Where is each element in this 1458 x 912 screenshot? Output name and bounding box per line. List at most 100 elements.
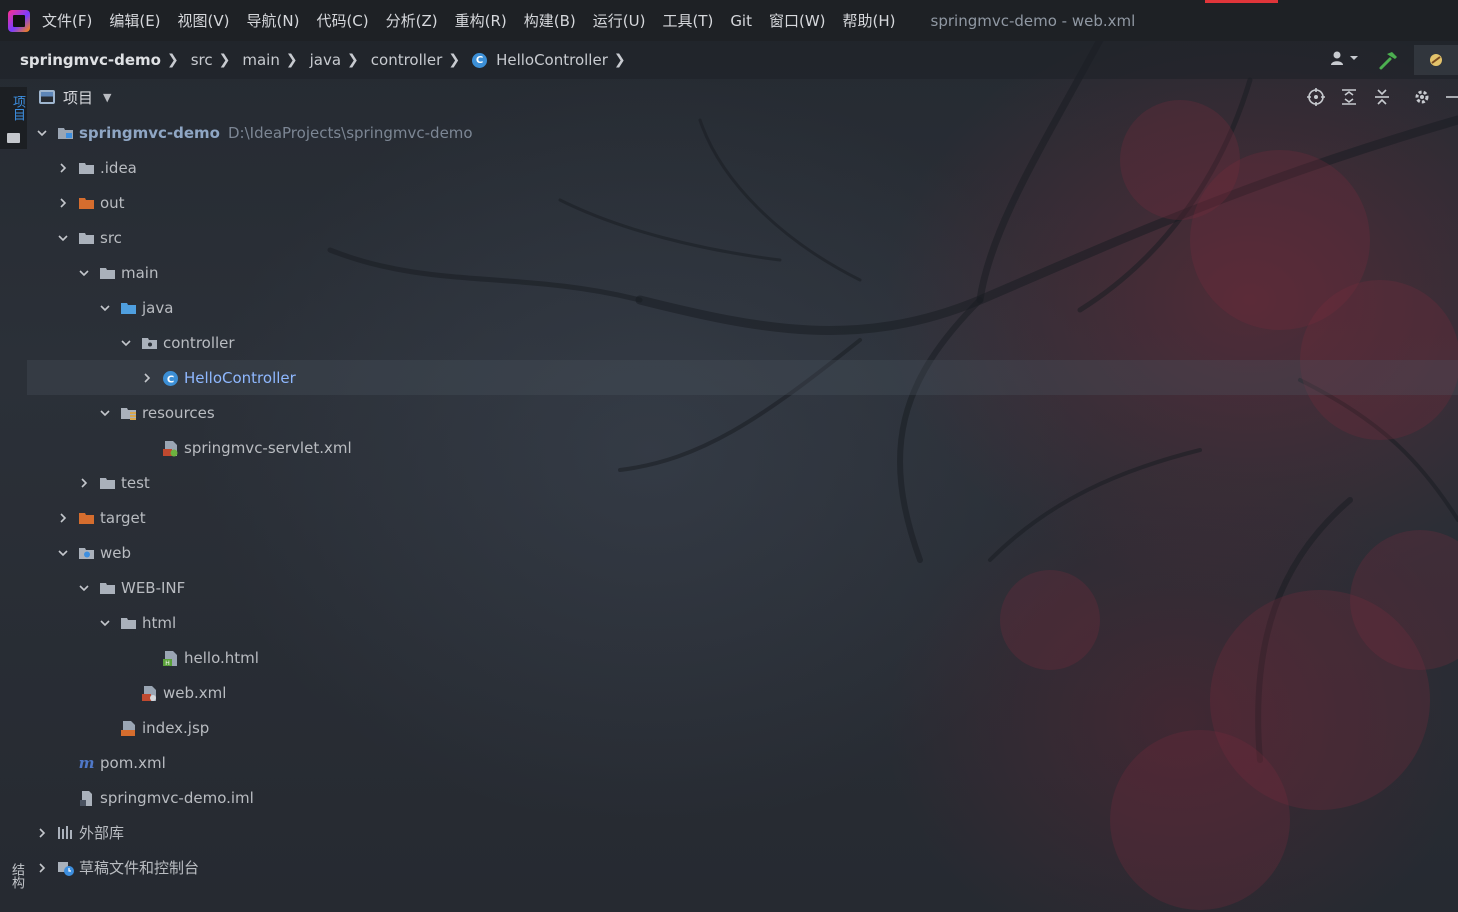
chevron-right-icon[interactable] <box>35 861 49 875</box>
excluded-folder-icon <box>78 195 95 210</box>
resources-folder-icon <box>120 405 137 420</box>
toolbar-right <box>1330 41 1458 79</box>
chevron-right-icon[interactable] <box>77 476 91 490</box>
tree-node-controller[interactable]: controller <box>27 325 1458 360</box>
plugin-icon[interactable] <box>1414 45 1458 75</box>
tree-node-src[interactable]: src <box>27 220 1458 255</box>
folder-icon <box>99 265 116 280</box>
chevron-down-icon[interactable] <box>35 126 49 140</box>
java-class-icon: C <box>472 52 488 68</box>
menu-help[interactable]: 帮助(H) <box>843 10 896 31</box>
chevron-right-icon: ❯ <box>218 52 231 68</box>
source-folder-icon <box>120 300 137 315</box>
breadcrumb-label: src <box>190 51 213 69</box>
chevron-down-icon[interactable] <box>98 301 112 315</box>
folder-icon <box>99 475 116 490</box>
window-title: springmvc-demo - web.xml <box>930 11 1136 30</box>
breadcrumb-item-project[interactable]: springmvc-demo ❯ <box>20 51 191 69</box>
tree-node-web[interactable]: web <box>27 535 1458 570</box>
user-account-icon[interactable] <box>1330 50 1366 70</box>
minimize-icon[interactable] <box>1444 86 1458 108</box>
menu-file[interactable]: 文件(F) <box>42 10 92 31</box>
intellij-logo-icon[interactable] <box>8 9 30 32</box>
menu-build[interactable]: 构建(B) <box>524 10 576 31</box>
dropdown-caret-icon[interactable]: ▼ <box>103 91 111 104</box>
window-control-accent <box>1205 0 1278 3</box>
menu-analyze[interactable]: 分析(Z) <box>386 10 438 31</box>
menu-code[interactable]: 代码(C) <box>316 10 368 31</box>
breadcrumb: springmvc-demo ❯ src ❯ main ❯ java ❯ control… <box>0 41 1458 79</box>
chevron-down-icon[interactable] <box>77 266 91 280</box>
menu-run[interactable]: 运行(U) <box>593 10 646 31</box>
chevron-down-icon[interactable] <box>56 546 70 560</box>
tool-window-tab-project[interactable]: 项目 <box>0 87 27 149</box>
tree-node-label: pom.xml <box>100 753 166 772</box>
breadcrumb-label: controller <box>370 51 443 69</box>
tree-node-java[interactable]: java <box>27 290 1458 325</box>
tree-node-label: .idea <box>100 158 137 177</box>
tree-node-index-jsp[interactable]: index.jsp <box>27 710 1458 745</box>
chevron-down-icon[interactable] <box>77 581 91 595</box>
menu-tools[interactable]: 工具(T) <box>662 10 713 31</box>
panel-title[interactable]: 项目 <box>63 87 93 108</box>
xml-file-icon <box>141 685 158 701</box>
tree-node-web-inf[interactable]: WEB-INF <box>27 570 1458 605</box>
tree-node-servlet-xml[interactable]: springmvc-servlet.xml <box>27 430 1458 465</box>
menu-view[interactable]: 视图(V) <box>178 10 230 31</box>
tool-window-tab-structure[interactable]: 结构 <box>0 859 27 912</box>
chevron-right-icon[interactable] <box>35 826 49 840</box>
chevron-right-icon[interactable] <box>56 161 70 175</box>
menu-refactor[interactable]: 重构(R) <box>455 10 507 31</box>
folder-icon <box>99 580 116 595</box>
menu-edit[interactable]: 编辑(E) <box>109 10 160 31</box>
gear-icon[interactable] <box>1411 86 1433 108</box>
chevron-right-icon[interactable] <box>140 371 154 385</box>
tree-node-html[interactable]: html <box>27 605 1458 640</box>
menu-git[interactable]: Git <box>730 12 752 30</box>
tree-node-pom-xml[interactable]: m pom.xml <box>27 745 1458 780</box>
breadcrumb-item-main[interactable]: main ❯ <box>242 51 309 69</box>
chevron-down-icon[interactable] <box>98 616 112 630</box>
svg-text:H: H <box>165 660 170 667</box>
chevron-right-icon: ❯ <box>167 52 179 68</box>
tree-node-test[interactable]: test <box>27 465 1458 500</box>
breadcrumb-item-java[interactable]: java ❯ <box>310 51 371 69</box>
chevron-right-icon[interactable] <box>56 196 70 210</box>
tree-node-external-libraries[interactable]: 外部库 <box>27 815 1458 850</box>
tree-node-label: hello.html <box>184 648 259 667</box>
chevron-right-icon[interactable] <box>56 511 70 525</box>
tree-node-hello-html[interactable]: H hello.html <box>27 640 1458 675</box>
tree-node-out[interactable]: out <box>27 185 1458 220</box>
collapse-all-icon[interactable] <box>1371 86 1393 108</box>
spring-xml-file-icon <box>162 440 179 457</box>
tree-node-iml[interactable]: springmvc-demo.iml <box>27 780 1458 815</box>
tree-node-label: controller <box>163 333 235 352</box>
chevron-down-icon[interactable] <box>98 406 112 420</box>
tree-node-label: 草稿文件和控制台 <box>79 859 200 877</box>
chevron-down-icon[interactable] <box>119 336 133 350</box>
breadcrumb-label: main <box>242 51 280 69</box>
menu-window[interactable]: 窗口(W) <box>769 10 826 31</box>
breadcrumb-item-hellocontroller[interactable]: C HelloController ❯ <box>472 51 638 69</box>
tree-node-idea[interactable]: .idea <box>27 150 1458 185</box>
tree-node-hellocontroller[interactable]: C HelloController <box>27 360 1458 395</box>
breadcrumb-item-controller[interactable]: controller ❯ <box>371 51 472 69</box>
folder-icon <box>78 160 95 175</box>
tree-node-target[interactable]: target <box>27 500 1458 535</box>
breadcrumb-item-src[interactable]: src ❯ <box>191 51 243 69</box>
locate-target-icon[interactable] <box>1305 86 1327 108</box>
menu-bar: 文件(F) 编辑(E) 视图(V) 导航(N) 代码(C) 分析(Z) 重构(R… <box>0 0 1458 41</box>
iml-file-icon <box>78 790 95 806</box>
tree-node-web-xml[interactable]: web.xml <box>27 675 1458 710</box>
expand-all-icon[interactable] <box>1338 86 1360 108</box>
tree-node-label: web.xml <box>163 683 227 702</box>
tree-node-scratches[interactable]: 草稿文件和控制台 <box>27 850 1458 885</box>
tree-node-main[interactable]: main <box>27 255 1458 290</box>
tree-node-resources[interactable]: resources <box>27 395 1458 430</box>
tree-node-root[interactable]: springmvc-demo D:\IdeaProjects\springmvc… <box>27 115 1458 150</box>
build-hammer-icon[interactable] <box>1378 49 1400 71</box>
chevron-right-icon: ❯ <box>285 52 298 68</box>
chevron-down-icon[interactable] <box>56 231 70 245</box>
excluded-folder-icon <box>78 510 95 525</box>
menu-navigate[interactable]: 导航(N) <box>247 10 300 31</box>
